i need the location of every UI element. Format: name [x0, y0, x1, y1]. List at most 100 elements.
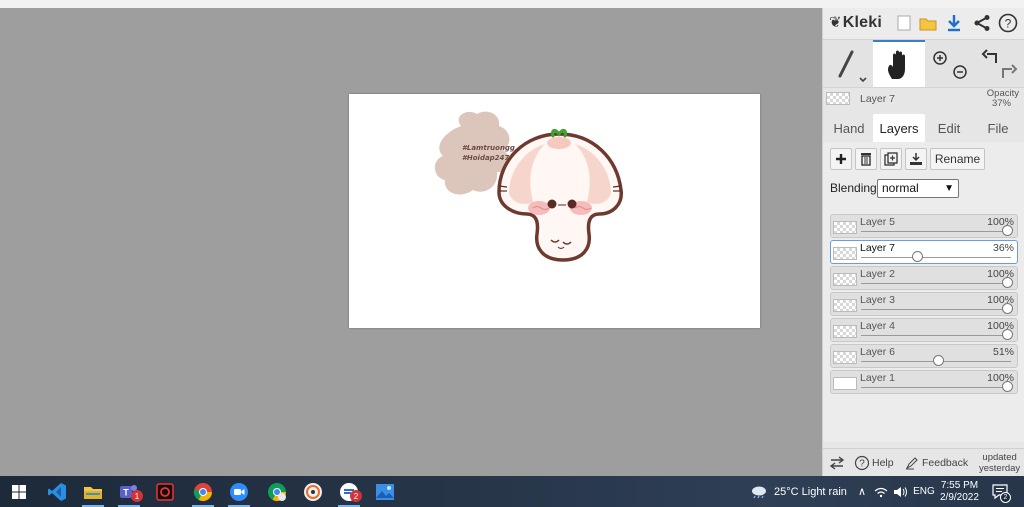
svg-text:T: T: [123, 487, 129, 497]
duplicate-layer-button[interactable]: [880, 148, 902, 170]
svg-text:?: ?: [1005, 17, 1012, 31]
wifi-icon[interactable]: [874, 486, 888, 498]
brush-tool[interactable]: [827, 40, 873, 87]
blending-value: normal: [882, 181, 919, 195]
delete-layer-button[interactable]: [855, 148, 877, 170]
hand-tool[interactable]: [873, 40, 925, 87]
new-image-button[interactable]: [893, 12, 915, 34]
opacity-slider-handle[interactable]: [1002, 277, 1013, 288]
drawing-canvas[interactable]: #Lamtruongg #Hoidap247: [349, 94, 760, 328]
opacity-slider-handle[interactable]: [1002, 381, 1013, 392]
add-layer-button[interactable]: [830, 148, 852, 170]
taskbar-media-app[interactable]: [296, 476, 330, 507]
canvas-workspace[interactable]: #Lamtruongg #Hoidap247: [0, 8, 822, 476]
taskbar-chrome-profile[interactable]: [260, 476, 294, 507]
taskbar-photos[interactable]: [368, 476, 402, 507]
zoom-controls: [927, 40, 973, 87]
opacity-slider-handle[interactable]: [1002, 329, 1013, 340]
clock-date: 2/9/2022: [940, 491, 979, 503]
undo-icon: [981, 48, 997, 63]
layer-thumbnail: [833, 325, 857, 338]
redo-icon: [1002, 63, 1018, 78]
windows-logo-icon: [12, 484, 26, 499]
opacity-slider-handle[interactable]: [911, 251, 923, 262]
opacity-slider-handle[interactable]: [932, 355, 944, 366]
chrome-profile-icon: [268, 482, 286, 501]
opacity-slider-track[interactable]: [861, 283, 1011, 284]
blending-label: Blending: [830, 181, 877, 195]
opacity-slider-track[interactable]: [861, 257, 1011, 258]
chevron-up-icon[interactable]: ∧: [858, 485, 866, 498]
tab-layers[interactable]: Layers: [873, 114, 925, 142]
taskbar-garena[interactable]: [148, 476, 182, 507]
help-label: Help: [872, 457, 894, 469]
layer-thumbnail: [833, 221, 857, 234]
opacity-slider-handle[interactable]: [1002, 303, 1013, 314]
layer-item-layer-2[interactable]: Layer 2 100%: [830, 266, 1018, 290]
blush-left: [528, 201, 550, 215]
speaker-icon[interactable]: [893, 486, 908, 498]
rename-layer-button[interactable]: Rename: [930, 148, 985, 170]
weather-text: 25°C Light rain: [774, 485, 847, 498]
help-link[interactable]: ? Help: [854, 449, 894, 477]
opacity-slider-track[interactable]: [861, 335, 1011, 336]
layer-item-layer-5[interactable]: Layer 5 100%: [830, 214, 1018, 238]
tab-edit[interactable]: Edit: [925, 114, 973, 142]
sidebar-header: ❦Kleki ?: [823, 8, 1024, 40]
start-button[interactable]: [2, 476, 36, 507]
opacity-slider-track[interactable]: [861, 231, 1011, 232]
svg-text:?: ?: [859, 459, 865, 470]
import-button[interactable]: [917, 12, 939, 34]
zoom-app-icon: [230, 482, 248, 501]
weather-widget[interactable]: 25°C Light rain: [750, 476, 847, 507]
app-badge: 2: [350, 490, 362, 502]
taskbar-zoom[interactable]: [222, 476, 256, 507]
taskbar-chrome[interactable]: [186, 476, 220, 507]
duplicate-icon: [884, 152, 898, 166]
eye-right: [567, 199, 577, 209]
blending-select[interactable]: normal ▼: [877, 179, 959, 198]
opacity-slider-track[interactable]: [861, 387, 1011, 388]
garena-icon: [156, 482, 174, 501]
current-layer-thumbnail: [826, 92, 850, 105]
layer-item-layer-7[interactable]: Layer 7 36%: [830, 240, 1018, 264]
swap-arrows-icon: [829, 456, 845, 470]
share-button[interactable]: [971, 12, 993, 34]
merge-down-button[interactable]: [905, 148, 927, 170]
cap-spot: [547, 137, 571, 149]
taskbar-file-explorer[interactable]: [76, 476, 110, 507]
eye-left: [547, 199, 557, 209]
taskbar-messenger-app[interactable]: 2: [332, 476, 366, 507]
layer-opacity: 51%: [992, 346, 1014, 358]
layer-item-layer-4[interactable]: Layer 4 100%: [830, 318, 1018, 342]
help-button[interactable]: ?: [997, 12, 1019, 34]
tab-hand[interactable]: Hand: [825, 114, 873, 142]
trash-icon: [861, 153, 871, 166]
opacity-slider-track[interactable]: [861, 309, 1011, 310]
layer-name: Layer 1: [860, 372, 896, 384]
save-button[interactable]: [943, 12, 965, 34]
tab-file[interactable]: File: [973, 114, 1023, 142]
mushroom-drawing: [434, 111, 623, 262]
clock[interactable]: 7:55 PM 2/9/2022: [940, 476, 979, 507]
opacity-slider-handle[interactable]: [1002, 225, 1013, 236]
updated-link[interactable]: updated yesterday: [979, 449, 1020, 477]
teams-badge: 1: [131, 490, 143, 502]
windows-taskbar: T 1 2 25°C Light rain ∧ ENG 7:55 PM 2/9/…: [0, 476, 1024, 507]
kleki-sidebar: ❦Kleki ? Layer 7 Opacity 37% Hand Layers…: [822, 8, 1024, 476]
layer-item-layer-6[interactable]: Layer 6 51%: [830, 344, 1018, 368]
language-indicator[interactable]: ENG: [913, 486, 935, 497]
taskbar-teams[interactable]: T 1: [112, 476, 146, 507]
zoom-out-icon: [953, 64, 967, 79]
kleki-logo[interactable]: ❦Kleki: [829, 13, 882, 32]
layer-name: Layer 3: [860, 294, 896, 306]
layer-item-layer-1[interactable]: Layer 1 100%: [830, 370, 1018, 394]
layer-thumbnail: [833, 351, 857, 364]
feedback-link[interactable]: Feedback: [905, 449, 968, 477]
hand-icon: [888, 50, 905, 79]
taskbar-vscode[interactable]: [40, 476, 74, 507]
layer-name: Layer 4: [860, 320, 896, 332]
notification-center-button[interactable]: 2: [992, 476, 1011, 507]
toggle-side-button[interactable]: [829, 449, 845, 477]
layer-item-layer-3[interactable]: Layer 3 100%: [830, 292, 1018, 316]
